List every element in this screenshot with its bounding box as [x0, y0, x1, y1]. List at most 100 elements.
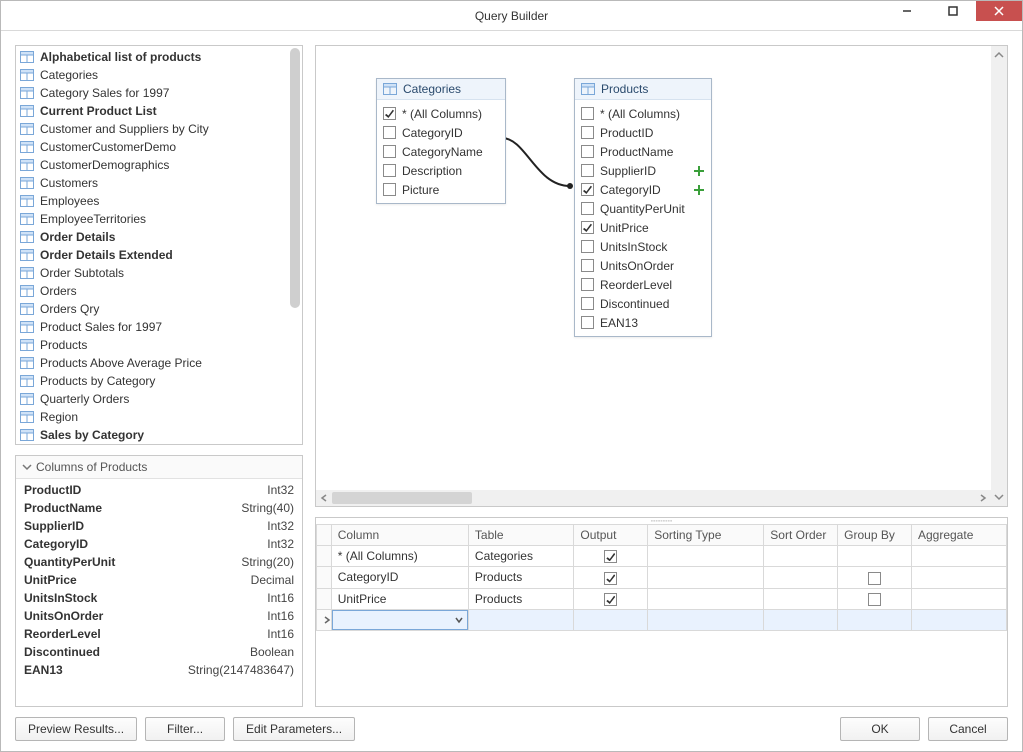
column-checkbox[interactable] [383, 164, 396, 177]
column-checkbox[interactable] [581, 202, 594, 215]
grid-cell-empty[interactable] [764, 609, 838, 630]
grid-cell-output[interactable] [574, 546, 648, 567]
grid-cell-empty[interactable] [838, 609, 912, 630]
table-list-item[interactable]: CustomerDemographics [16, 156, 302, 174]
table-widget-header[interactable]: Products [575, 79, 711, 100]
column-checkbox[interactable] [581, 126, 594, 139]
column-info-row[interactable]: UnitsOnOrderInt16 [24, 607, 294, 625]
grid-header-sorting-type[interactable]: Sorting Type [648, 525, 764, 546]
output-grid[interactable]: Column Table Output Sorting Type Sort Or… [316, 524, 1007, 706]
column-info-row[interactable]: EAN13String(2147483647) [24, 661, 294, 679]
table-list-item[interactable]: Products by Category [16, 372, 302, 390]
table-list-item[interactable]: Products [16, 336, 302, 354]
grid-cell-table[interactable]: Products [468, 567, 574, 588]
grid-row[interactable]: CategoryIDProducts [317, 567, 1007, 588]
grid-cell-aggregate[interactable] [911, 588, 1006, 609]
output-checkbox[interactable] [604, 593, 617, 606]
table-column-item[interactable]: CategoryID [383, 123, 499, 142]
column-info-row[interactable]: DiscontinuedBoolean [24, 643, 294, 661]
table-widget-categories[interactable]: Categories * (All Columns)CategoryIDCate… [376, 78, 506, 204]
column-checkbox[interactable] [581, 107, 594, 120]
table-list-item[interactable]: Quarterly Orders [16, 390, 302, 408]
column-checkbox[interactable] [383, 183, 396, 196]
column-checkbox[interactable] [581, 164, 594, 177]
column-checkbox[interactable] [383, 126, 396, 139]
table-column-item[interactable]: UnitsInStock [581, 237, 705, 256]
column-checkbox[interactable] [581, 297, 594, 310]
table-list-item[interactable]: Order Details Extended [16, 246, 302, 264]
grid-header-output[interactable]: Output [574, 525, 648, 546]
grid-cell-table[interactable]: Products [468, 588, 574, 609]
table-list-item[interactable]: Region [16, 408, 302, 426]
grid-header-column[interactable]: Column [331, 525, 468, 546]
table-column-item[interactable]: EAN13 [581, 313, 705, 332]
table-list-item[interactable]: Customer and Suppliers by City [16, 120, 302, 138]
design-vertical-scrollbar[interactable] [991, 46, 1007, 506]
grid-cell-column-editor[interactable] [331, 609, 468, 630]
design-horizontal-scrollbar[interactable] [316, 490, 991, 506]
table-column-item[interactable]: CategoryID [581, 180, 705, 199]
grid-cell-group-by[interactable] [838, 567, 912, 588]
maximize-button[interactable] [930, 1, 976, 21]
grid-header-aggregate[interactable]: Aggregate [911, 525, 1006, 546]
grid-cell-sorting-type[interactable] [648, 567, 764, 588]
grid-cell-sort-order[interactable] [764, 546, 838, 567]
scroll-track[interactable] [332, 490, 975, 506]
grid-cell-output[interactable] [574, 588, 648, 609]
table-widget-products[interactable]: Products * (All Columns)ProductIDProduct… [574, 78, 712, 337]
table-list-item[interactable]: Customers [16, 174, 302, 192]
grid-cell-group-by[interactable] [838, 588, 912, 609]
column-checkbox[interactable] [581, 183, 594, 196]
columns-panel-header[interactable]: Columns of Products [16, 456, 302, 479]
column-checkbox[interactable] [383, 145, 396, 158]
grid-cell-empty[interactable] [911, 609, 1006, 630]
column-info-row[interactable]: ProductNameString(40) [24, 499, 294, 517]
minimize-button[interactable] [884, 1, 930, 21]
table-list-item[interactable]: Sales by Category [16, 426, 302, 444]
grid-new-row[interactable] [317, 609, 1007, 630]
column-checkbox[interactable] [581, 316, 594, 329]
column-info-row[interactable]: ReorderLevelInt16 [24, 625, 294, 643]
ok-button[interactable]: OK [840, 717, 920, 741]
table-list-item[interactable]: Orders [16, 282, 302, 300]
output-checkbox[interactable] [604, 550, 617, 563]
grid-cell-sort-order[interactable] [764, 567, 838, 588]
grid-cell-empty[interactable] [574, 609, 648, 630]
columns-list[interactable]: ProductIDInt32ProductNameString(40)Suppl… [16, 479, 302, 706]
scroll-thumb[interactable] [332, 492, 472, 504]
filter-button[interactable]: Filter... [145, 717, 225, 741]
column-checkbox[interactable] [581, 278, 594, 291]
design-canvas[interactable]: Categories * (All Columns)CategoryIDCate… [316, 46, 991, 486]
table-list-item[interactable]: Employees [16, 192, 302, 210]
grid-header-sort-order[interactable]: Sort Order [764, 525, 838, 546]
grid-cell-column[interactable]: * (All Columns) [331, 546, 468, 567]
grid-cell-sorting-type[interactable] [648, 546, 764, 567]
grid-cell-aggregate[interactable] [911, 567, 1006, 588]
column-checkbox[interactable] [581, 240, 594, 253]
table-column-item[interactable]: Picture [383, 180, 499, 199]
grid-cell-empty[interactable] [468, 609, 574, 630]
cancel-button[interactable]: Cancel [928, 717, 1008, 741]
table-column-item[interactable]: SupplierID [581, 161, 705, 180]
grid-cell-sort-order[interactable] [764, 588, 838, 609]
output-checkbox[interactable] [604, 572, 617, 585]
table-list-item[interactable]: Orders Qry [16, 300, 302, 318]
grid-cell-sorting-type[interactable] [648, 588, 764, 609]
column-checkbox[interactable] [581, 259, 594, 272]
column-info-row[interactable]: UnitsInStockInt16 [24, 589, 294, 607]
grid-cell-column[interactable]: CategoryID [331, 567, 468, 588]
grid-cell-aggregate[interactable] [911, 546, 1006, 567]
grid-header-group-by[interactable]: Group By [838, 525, 912, 546]
table-column-item[interactable]: UnitPrice [581, 218, 705, 237]
table-column-item[interactable]: * (All Columns) [383, 104, 499, 123]
grid-row[interactable]: * (All Columns)Categories [317, 546, 1007, 567]
column-info-row[interactable]: SupplierIDInt32 [24, 517, 294, 535]
column-info-row[interactable]: QuantityPerUnitString(20) [24, 553, 294, 571]
table-column-item[interactable]: Discontinued [581, 294, 705, 313]
close-button[interactable] [976, 1, 1022, 21]
plus-icon[interactable] [693, 165, 705, 177]
column-info-row[interactable]: UnitPriceDecimal [24, 571, 294, 589]
table-list-item[interactable]: EmployeeTerritories [16, 210, 302, 228]
grid-cell-table[interactable]: Categories [468, 546, 574, 567]
table-widget-header[interactable]: Categories [377, 79, 505, 100]
